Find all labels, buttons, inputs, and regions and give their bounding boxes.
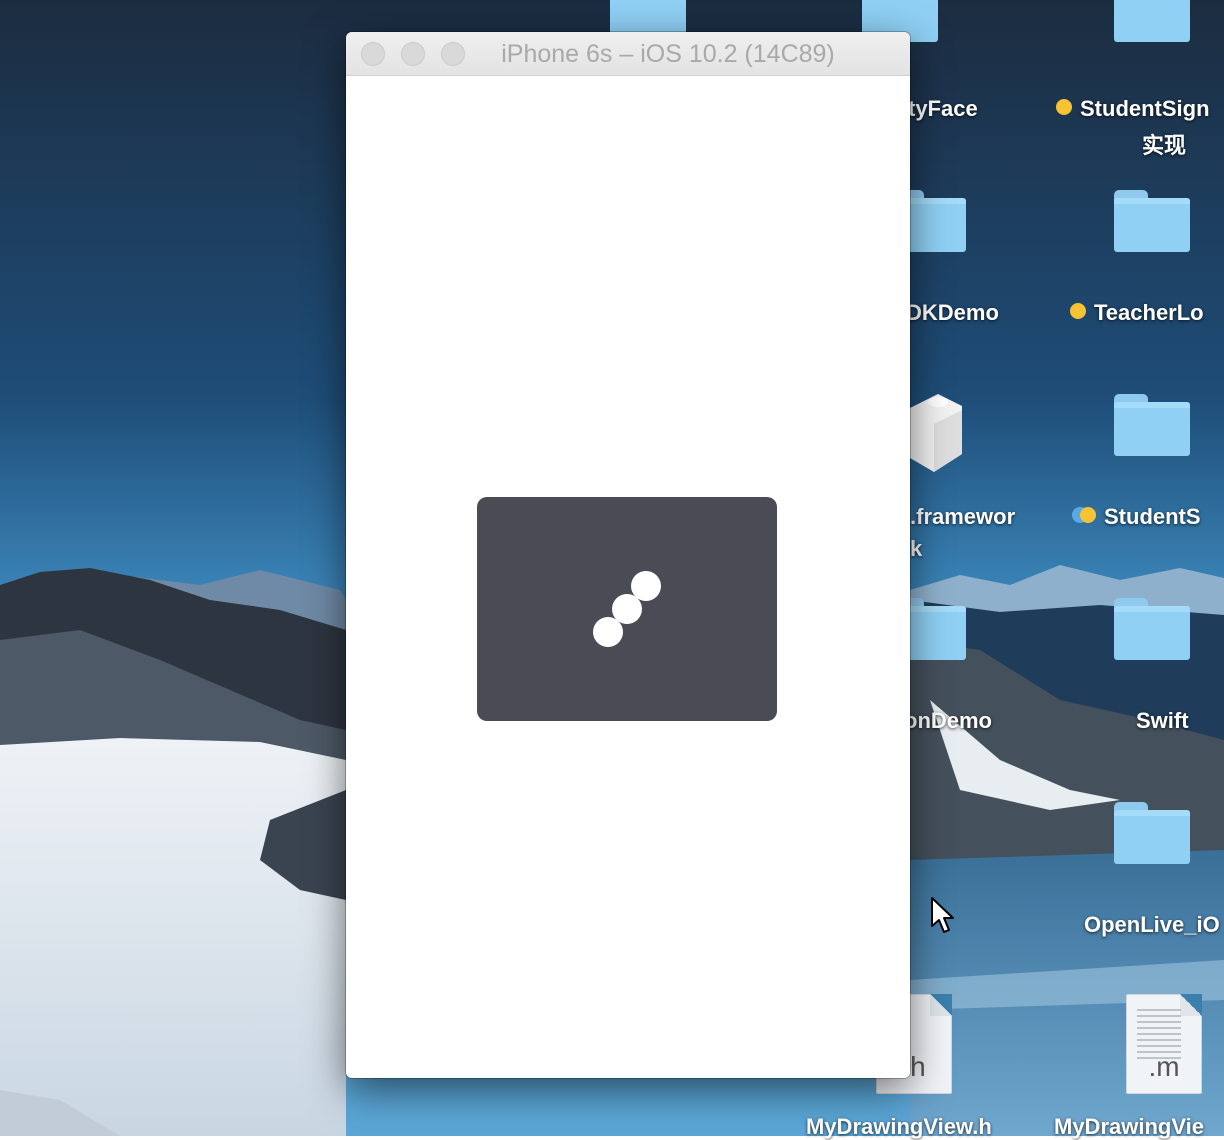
device-screen[interactable] xyxy=(346,76,910,1078)
mouse-cursor-icon xyxy=(931,897,954,933)
folder-icon xyxy=(1114,802,1190,864)
desktop-item-label-line2: 实现 xyxy=(1142,133,1187,158)
simulator-window[interactable]: iPhone 6s – iOS 10.2 (14C89) xyxy=(346,32,910,1078)
desktop-item-label: tyFace xyxy=(908,96,978,121)
window-title: iPhone 6s – iOS 10.2 (14C89) xyxy=(501,40,835,68)
folder-icon xyxy=(1114,0,1190,42)
desktop-item-label: TeacherLo xyxy=(1094,300,1204,325)
window-titlebar[interactable]: iPhone 6s – iOS 10.2 (14C89) xyxy=(346,32,910,76)
folder-icon xyxy=(1114,394,1190,456)
loading-hud xyxy=(477,497,777,721)
close-button[interactable] xyxy=(361,42,385,66)
yellow-tag-icon xyxy=(1080,507,1096,523)
file-extension: .m xyxy=(1148,1051,1180,1082)
desktop-item-label: MyDrawingView.h xyxy=(806,1114,992,1139)
yellow-tag-icon xyxy=(1056,99,1072,115)
desktop-item-label: OpenLive_iO xyxy=(1084,912,1220,937)
folder-icon xyxy=(1114,190,1190,252)
desktop-item-label: MyDrawingVie xyxy=(1054,1114,1204,1139)
minimize-button[interactable] xyxy=(401,42,425,66)
folder-icon xyxy=(1114,598,1190,660)
desktop-item-label-line2: k xyxy=(910,536,923,561)
desktop-item-label: DKDemo xyxy=(906,300,999,325)
desktop-item-label: onDemo xyxy=(904,708,992,733)
framework-lego-icon xyxy=(910,394,962,472)
loading-spinner-icon xyxy=(477,497,777,721)
yellow-tag-icon xyxy=(1070,303,1086,319)
desktop-item-label: Swift xyxy=(1136,708,1189,733)
implementation-file-icon: .m xyxy=(1126,994,1202,1094)
desktop-item-label: .framewor xyxy=(910,504,1016,529)
spinner-dot xyxy=(593,617,623,647)
desktop-item-label: StudentS xyxy=(1104,504,1201,529)
desktop-item-label: StudentSign xyxy=(1080,96,1210,121)
